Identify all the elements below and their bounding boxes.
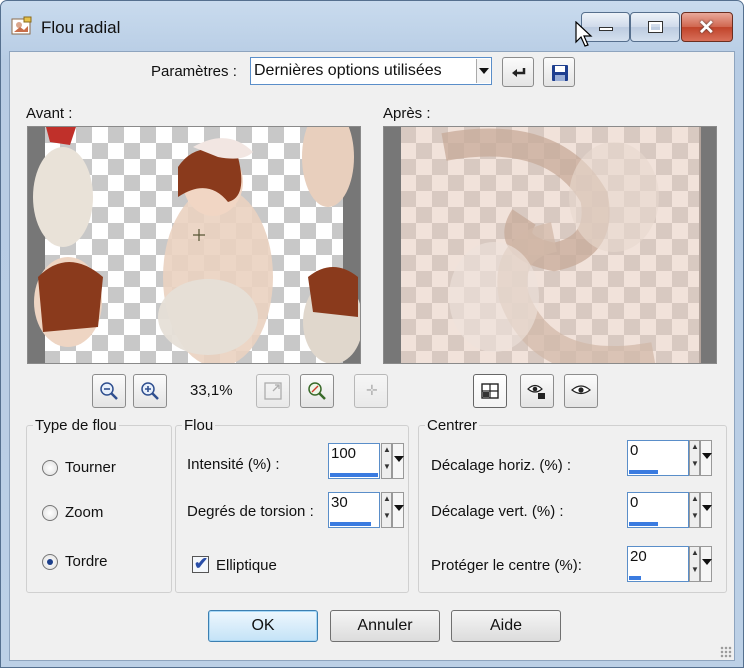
flou-title: Flou: [182, 417, 216, 434]
radio-tordre[interactable]: [42, 554, 58, 570]
protect-center-stepper[interactable]: [689, 546, 700, 582]
intensity-label: Intensité (%) :: [187, 456, 280, 473]
preset-value: Dernières options utilisées: [254, 62, 442, 79]
horiz-offset-stepper[interactable]: [689, 440, 700, 476]
radio-tourner-label[interactable]: Tourner: [65, 459, 116, 476]
help-button[interactable]: Aide: [451, 610, 561, 642]
zoom-in-button[interactable]: [133, 374, 167, 408]
reset-preset-button[interactable]: [502, 57, 534, 87]
chevron-down-icon: [702, 559, 712, 565]
horiz-offset-field[interactable]: 0: [627, 440, 689, 476]
vert-offset-stepper[interactable]: [689, 492, 700, 528]
blur-type-title: Type de flou: [33, 417, 119, 434]
after-preview-image: [401, 127, 701, 363]
chevron-down-icon: [394, 456, 404, 462]
zoom-in-icon: [141, 382, 159, 400]
proof-icon: [481, 383, 499, 399]
elliptic-checkbox[interactable]: ✔: [192, 554, 209, 573]
dialog-body: Paramètres : Dernières options utilisées…: [9, 51, 735, 661]
blur-type-group: Type de flou Tourner Zoom Tordre: [26, 417, 172, 593]
protect-center-field[interactable]: 20: [627, 546, 689, 582]
horiz-offset-label: Décalage horiz. (%) :: [431, 457, 572, 474]
before-preview-image: [33, 127, 360, 363]
protect-center-label: Protéger le centre (%):: [431, 557, 582, 574]
intensity-dropdown[interactable]: [392, 443, 404, 479]
vert-offset-spinner[interactable]: 0: [627, 492, 712, 528]
preset-dropdown[interactable]: Dernières options utilisées: [250, 57, 492, 85]
close-icon: ✕: [698, 17, 715, 39]
resize-grip[interactable]: [720, 646, 732, 658]
chevron-down-icon: [702, 453, 712, 459]
elliptic-label[interactable]: Elliptique: [216, 557, 277, 574]
app-icon: [11, 16, 32, 35]
ok-button[interactable]: OK: [208, 610, 318, 642]
radio-tordre-label[interactable]: Tordre: [65, 553, 108, 570]
chevron-down-icon: [702, 505, 712, 511]
vert-offset-label: Décalage vert. (%) :: [431, 503, 564, 520]
preview-on-image-button[interactable]: [520, 374, 554, 408]
center-title: Centrer: [425, 417, 480, 434]
zoom-fit-button[interactable]: [256, 374, 290, 408]
radio-tourner[interactable]: [42, 460, 58, 476]
torsion-stepper[interactable]: [381, 492, 392, 528]
torsion-label: Degrés de torsion :: [187, 503, 314, 520]
before-preview[interactable]: [27, 126, 361, 364]
vert-offset-dropdown[interactable]: [700, 492, 712, 528]
auto-proof-button[interactable]: [564, 374, 598, 408]
vert-offset-field[interactable]: 0: [627, 492, 689, 528]
save-preset-button[interactable]: [543, 57, 575, 87]
window-title: Flou radial: [41, 18, 121, 37]
fit-window-icon: [264, 382, 282, 400]
intensity-stepper[interactable]: [381, 443, 392, 479]
before-label: Avant :: [26, 105, 73, 122]
torsion-field[interactable]: 30: [328, 492, 380, 528]
save-icon: [552, 65, 568, 81]
torsion-dropdown[interactable]: [392, 492, 404, 528]
zoom-100-button[interactable]: [300, 374, 334, 408]
dialog-window: Flou radial ✕ Paramètres : Dernières opt…: [0, 0, 744, 668]
minimize-icon: [599, 27, 613, 31]
actual-size-icon: [308, 382, 326, 400]
chevron-down-icon: [394, 505, 404, 511]
undo-icon: [512, 68, 526, 77]
after-preview: [383, 126, 717, 364]
eye-lock-icon: [527, 384, 545, 399]
cancel-button[interactable]: Annuler: [330, 610, 440, 642]
title-bar[interactable]: Flou radial ✕: [1, 1, 743, 51]
proof-toggle-button[interactable]: [473, 374, 507, 408]
close-button[interactable]: ✕: [681, 12, 733, 42]
chevron-down-icon[interactable]: [476, 59, 490, 83]
torsion-spinner[interactable]: 30: [328, 492, 404, 528]
zoom-level: 33,1%: [190, 382, 233, 399]
flou-group: Flou Intensité (%) : 100 Degrés de torsi…: [175, 417, 409, 593]
zoom-out-button[interactable]: [92, 374, 126, 408]
horiz-offset-spinner[interactable]: 0: [627, 440, 712, 476]
intensity-field[interactable]: 100: [328, 443, 380, 479]
after-label: Après :: [383, 105, 431, 122]
maximize-button[interactable]: [630, 12, 680, 42]
maximize-icon: [648, 21, 663, 33]
eye-icon: [571, 385, 591, 395]
center-group: Centrer Décalage horiz. (%) : 0 Décalage…: [418, 417, 727, 593]
protect-center-dropdown[interactable]: [700, 546, 712, 582]
intensity-spinner[interactable]: 100: [328, 443, 404, 479]
params-label: Paramètres :: [151, 63, 237, 80]
radio-zoom[interactable]: [42, 505, 58, 521]
radio-zoom-label[interactable]: Zoom: [65, 504, 103, 521]
mouse-pointer-icon: [575, 21, 593, 47]
protect-center-spinner[interactable]: 20: [627, 546, 712, 582]
zoom-out-icon: [100, 382, 118, 400]
check-icon: ✔: [194, 554, 209, 573]
horiz-offset-dropdown[interactable]: [700, 440, 712, 476]
pan-button[interactable]: ✛: [354, 374, 388, 408]
move-icon: ✛: [366, 382, 378, 398]
